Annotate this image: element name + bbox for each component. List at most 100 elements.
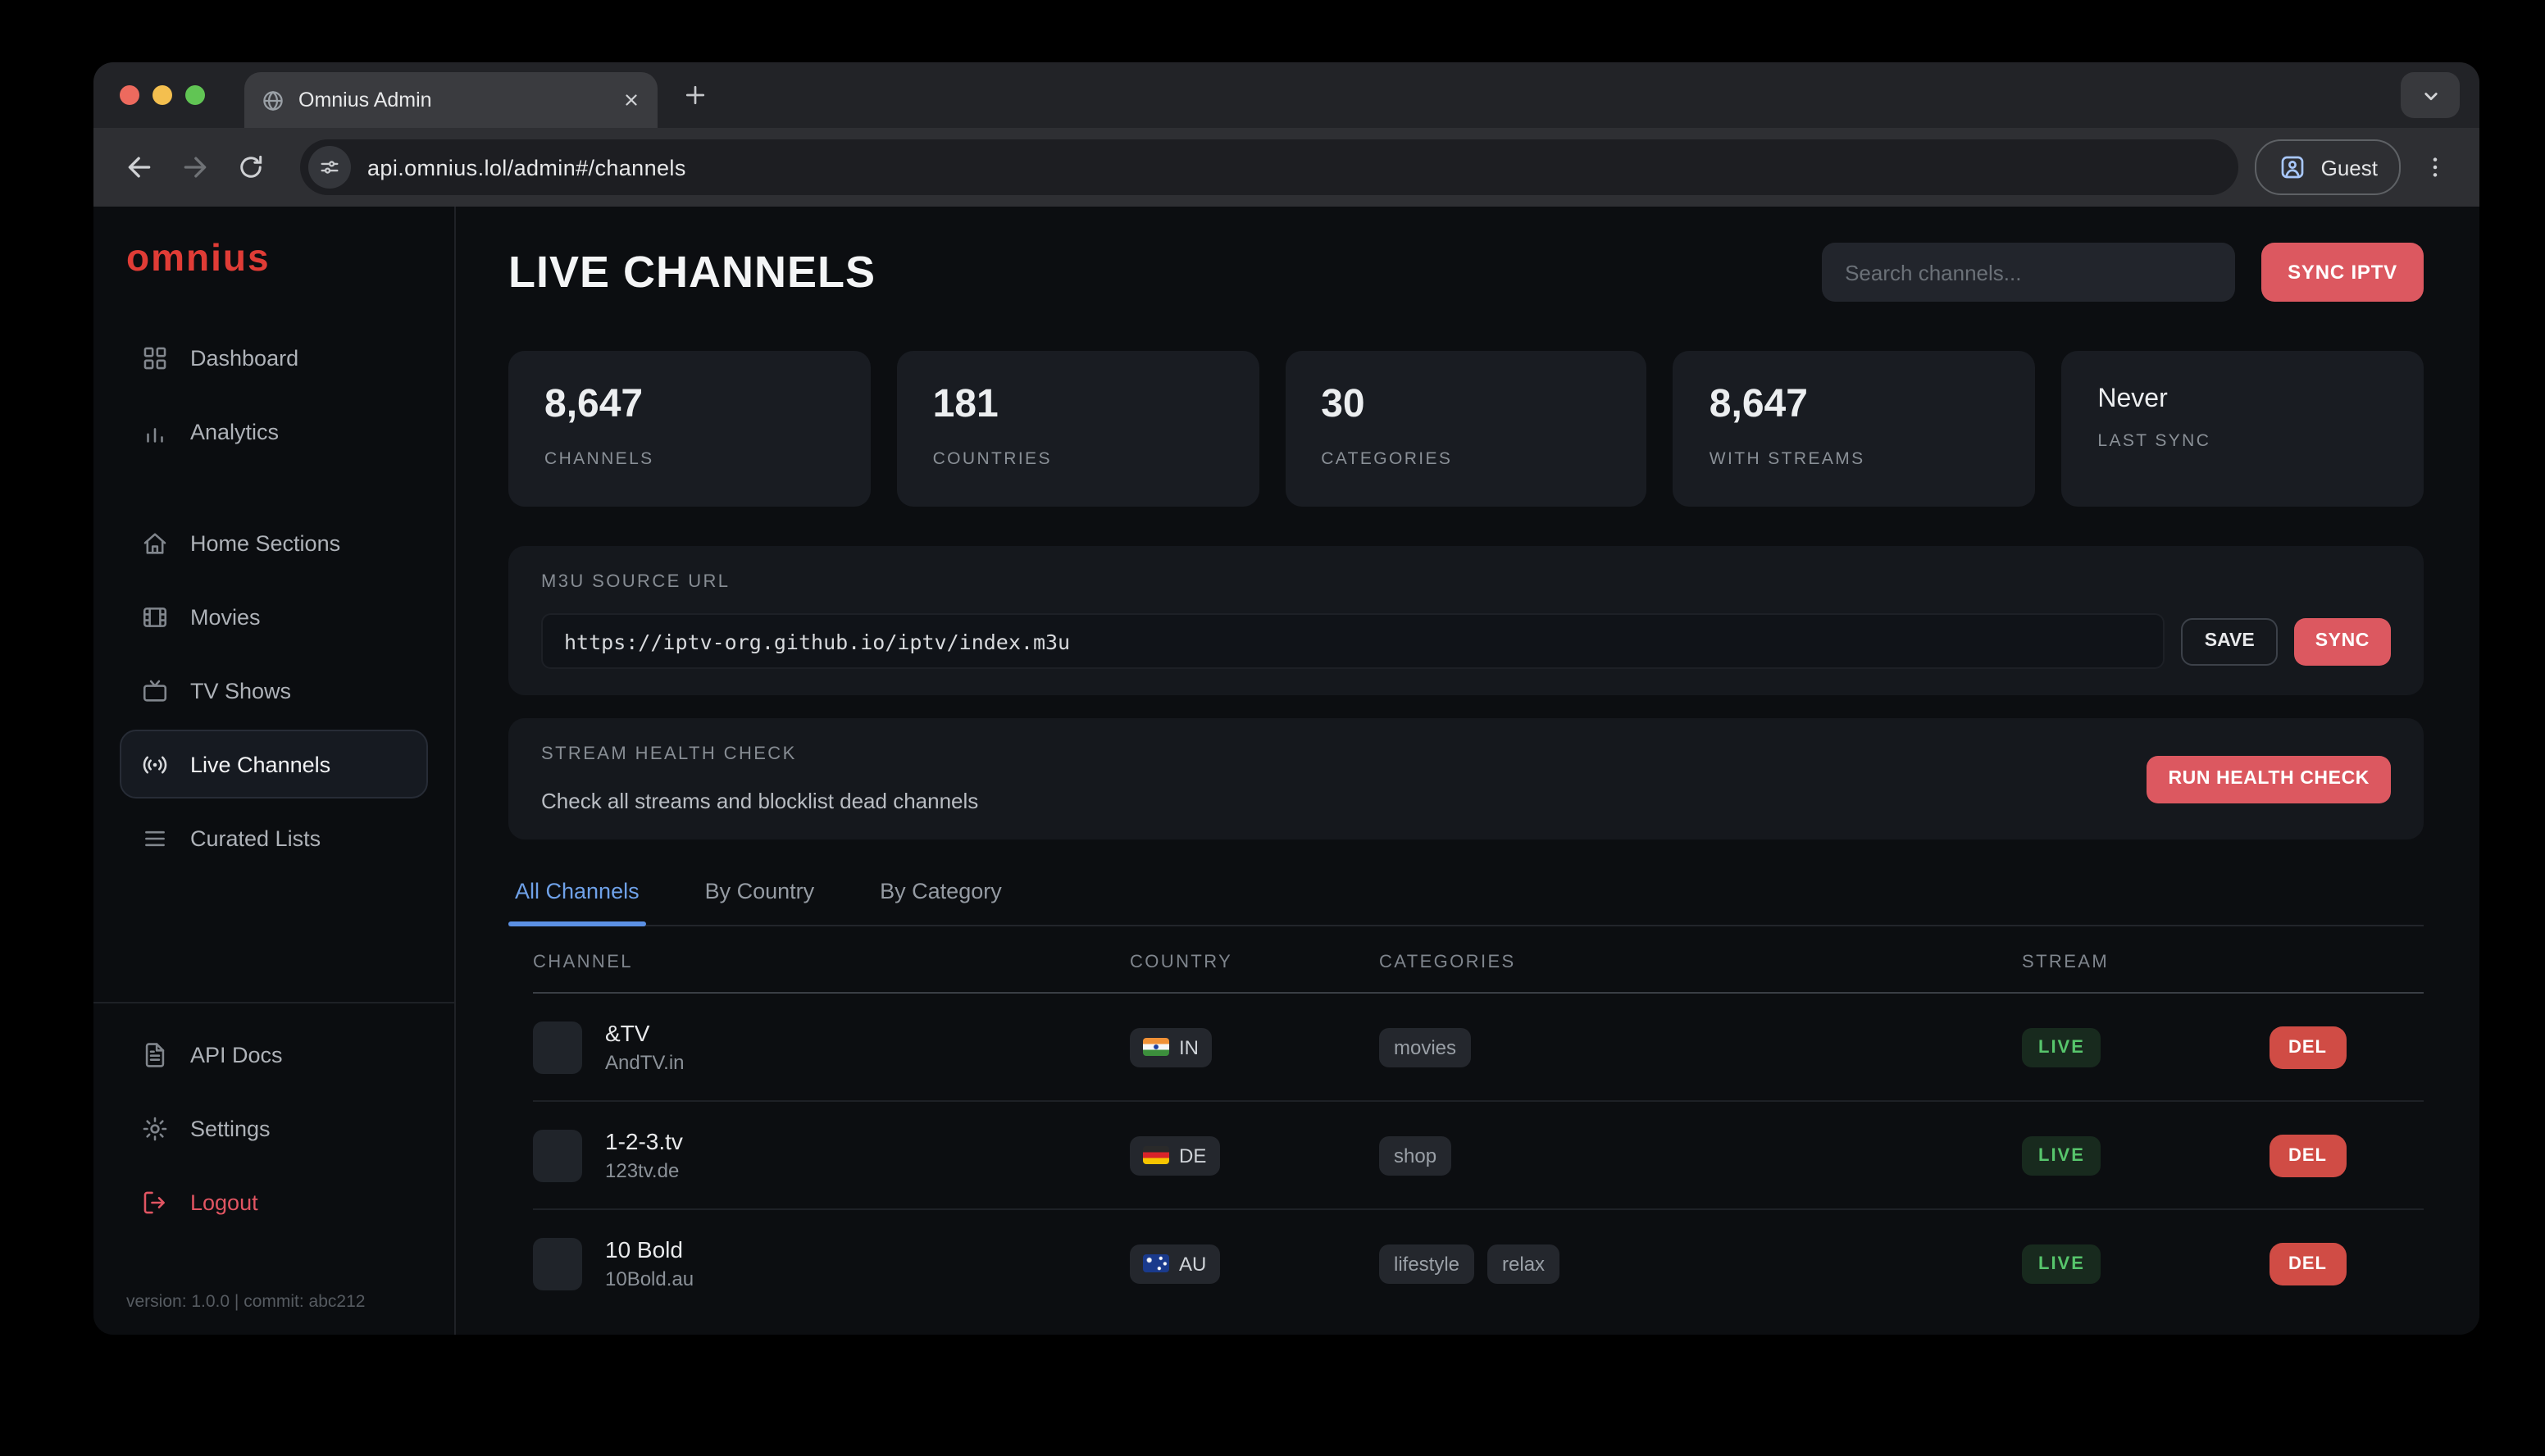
stat-card-categories: 30 CATEGORIES [1285, 351, 1647, 507]
browser-window: Omnius Admin [93, 62, 2479, 1335]
back-button[interactable] [116, 144, 162, 190]
channel-site: 123tv.de [605, 1159, 683, 1182]
country-cell: DE [1130, 1135, 1379, 1175]
sidebar-item-api-docs[interactable]: API Docs [120, 1020, 428, 1089]
site-settings-icon[interactable] [308, 146, 351, 189]
gear-icon [139, 1114, 169, 1142]
stat-label: COUNTRIES [933, 449, 1223, 469]
stat-card-channels: 8,647CHANNELS [508, 351, 871, 507]
country-chip: DE [1130, 1135, 1219, 1175]
stat-value: 8,647 [1710, 382, 2000, 428]
logout-icon [139, 1188, 169, 1216]
main-content: LIVE CHANNELS SYNC IPTV 8,647CHANNELS181… [456, 207, 2479, 1335]
live-status-badge: LIVE [2022, 1135, 2101, 1175]
sidebar-item-dashboard[interactable]: Dashboard [120, 323, 428, 392]
page-title: LIVE CHANNELS [508, 247, 876, 298]
sidebar-item-home-sections[interactable]: Home Sections [120, 508, 428, 577]
zoom-window-button[interactable] [185, 85, 205, 105]
table-header: CHANNELCOUNTRYCATEGORIESSTREAM [533, 926, 2424, 994]
app-root: omnius Dashboard Analytics Home Sections M… [93, 207, 2479, 1335]
column-header-stream: STREAM [2022, 953, 2219, 972]
sidebar-item-movies[interactable]: Movies [120, 582, 428, 651]
stat-label: CHANNELS [544, 449, 835, 469]
column-header-channel: CHANNEL [533, 953, 1130, 972]
country-code: IN [1179, 1035, 1199, 1058]
tab-title: Omnius Admin [298, 89, 608, 111]
sidebar-item-curated-lists[interactable]: Curated Lists [120, 803, 428, 872]
sidebar-item-label: TV Shows [190, 678, 291, 703]
m3u-url-input[interactable] [541, 613, 2165, 669]
sidebar-item-settings[interactable]: Settings [120, 1094, 428, 1163]
stat-card-with-streams: 8,647WITH STREAMS [1673, 351, 2036, 507]
m3u-label: M3U SOURCE URL [541, 572, 2391, 592]
document-icon [139, 1040, 169, 1068]
stat-value: 30 [1321, 382, 1611, 428]
category-chip: relax [1487, 1244, 1559, 1283]
delete-channel-button[interactable]: DEL [2269, 1026, 2347, 1068]
stat-label: LAST SYNC [2097, 431, 2388, 451]
search-input[interactable] [1822, 243, 2235, 302]
browser-menu-button[interactable] [2414, 146, 2456, 189]
country-code: AU [1179, 1252, 1206, 1275]
country-chip: AU [1130, 1244, 1219, 1283]
sidebar-item-logout[interactable]: Logout [120, 1167, 428, 1236]
new-tab-button[interactable] [681, 80, 710, 110]
stats-row: 8,647CHANNELS181COUNTRIES30CATEGORIES8,6… [508, 351, 2424, 507]
sidebar: omnius Dashboard Analytics Home Sections M… [93, 207, 456, 1335]
stat-card-countries: 181 COUNTRIES [897, 351, 1259, 507]
country-chip: IN [1130, 1027, 1212, 1067]
sidebar-nav-footer: API DocsSettingsLogout [120, 1020, 428, 1236]
run-health-check-button[interactable]: RUN HEALTH CHECK [2147, 755, 2391, 803]
sidebar-nav-primary: Dashboard Analytics [120, 323, 428, 466]
category-chip: movies [1379, 1027, 1471, 1067]
omnius-logo: omnius [126, 236, 428, 280]
channel-name: 1-2-3.tv [605, 1128, 683, 1154]
sidebar-item-label: Analytics [190, 419, 279, 444]
sync-button[interactable]: SYNC [2294, 617, 2391, 665]
stream-cell: LIVE [2022, 1244, 2219, 1283]
channels-table: CHANNELCOUNTRYCATEGORIESSTREAM &TVAndTV.… [533, 926, 2424, 1317]
column-header-categories: CATEGORIES [1379, 953, 2022, 972]
action-cell: DEL [2269, 1026, 2424, 1068]
delete-channel-button[interactable]: DEL [2269, 1134, 2347, 1176]
channel-cell: &TVAndTV.in [533, 1020, 1130, 1074]
sidebar-item-analytics[interactable]: Analytics [120, 397, 428, 466]
stream-cell: LIVE [2022, 1027, 2219, 1067]
browser-tab[interactable]: Omnius Admin [244, 72, 658, 128]
m3u-panel: M3U SOURCE URL SAVE SYNC [508, 546, 2424, 695]
sync-iptv-button[interactable]: SYNC IPTV [2261, 243, 2424, 302]
categories-cell: movies [1379, 1027, 2022, 1067]
save-button[interactable]: SAVE [2182, 617, 2278, 665]
browser-tabstrip: Omnius Admin [93, 62, 2479, 128]
column-header-country: COUNTRY [1130, 953, 1379, 972]
forward-button[interactable] [172, 144, 218, 190]
sidebar-item-label: Home Sections [190, 530, 340, 555]
broadcast-icon [139, 750, 169, 778]
de-flag-icon [1143, 1146, 1169, 1164]
tab-by-country[interactable]: By Country [702, 876, 818, 925]
close-window-button[interactable] [120, 85, 139, 105]
version-text: version: 1.0.0 | commit: abc212 [126, 1292, 428, 1312]
sidebar-item-tv-shows[interactable]: TV Shows [120, 656, 428, 725]
film-icon [139, 603, 169, 630]
minimize-window-button[interactable] [153, 85, 172, 105]
profile-button[interactable]: Guest [2256, 139, 2401, 195]
reload-button[interactable] [228, 144, 274, 190]
tab-by-category[interactable]: By Category [876, 876, 1005, 925]
health-panel: STREAM HEALTH CHECK Check all streams an… [508, 718, 2424, 839]
channel-thumbnail [533, 1237, 582, 1290]
categories-cell: shop [1379, 1135, 2022, 1175]
stat-value: 181 [933, 382, 1223, 428]
country-cell: IN [1130, 1027, 1379, 1067]
stat-label: CATEGORIES [1321, 449, 1611, 469]
address-bar[interactable]: api.omnius.lol/admin#/channels [300, 139, 2239, 195]
in-flag-icon [1143, 1038, 1169, 1056]
tab-all-channels[interactable]: All Channels [512, 876, 643, 925]
sidebar-item-live-channels[interactable]: Live Channels [120, 730, 428, 799]
table-body: &TVAndTV.in IN movies LIVE DEL 1-2-3.tv 123tv.… [533, 994, 2424, 1317]
sidebar-divider [93, 1002, 454, 1003]
close-tab-icon[interactable] [621, 90, 641, 110]
delete-channel-button[interactable]: DEL [2269, 1242, 2347, 1285]
channel-name: &TV [605, 1020, 685, 1046]
tab-search-chevron-button[interactable] [2401, 72, 2460, 118]
